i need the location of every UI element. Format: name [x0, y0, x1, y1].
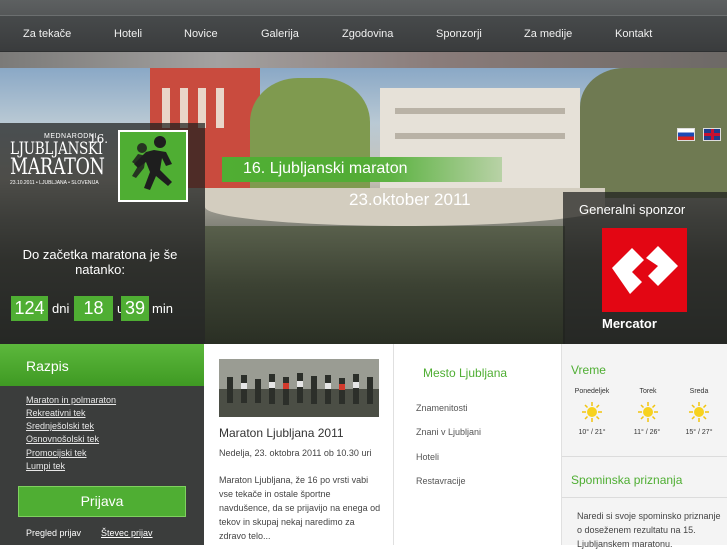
- news-date: Nedelja, 23. oktobra 2011 ob 10.30 uri: [219, 448, 372, 458]
- sunny-icon: [582, 402, 602, 422]
- stevec-prijav-link[interactable]: Števec prijav: [101, 528, 153, 538]
- marathon-logo[interactable]: MEDNARODNI 16. LJUBLJANSKI MARATON 23.10…: [0, 130, 205, 202]
- countdown-minutes: 39: [121, 296, 149, 321]
- weather-temp-3: 15° / 27°: [685, 429, 713, 436]
- news-column: Maraton Ljubljana 2011 Nedelja, 23. okto…: [204, 344, 394, 545]
- razpis-header: Razpis: [0, 344, 204, 386]
- nav-item-kontakt[interactable]: Kontakt: [615, 16, 652, 53]
- weather-temp-2: 11° / 26°: [633, 429, 661, 436]
- runner-icon: [120, 132, 186, 200]
- vreme-title: Vreme: [571, 363, 606, 377]
- logo-line-2: MARATON: [10, 155, 105, 180]
- divider: [562, 497, 727, 498]
- weather-day-3: Sreda: [689, 388, 709, 395]
- razpis-link-srednjesolski[interactable]: Srednješolski tek: [26, 421, 94, 431]
- news-photo[interactable]: [219, 359, 379, 417]
- mesto-column: Mesto Ljubljana Znamenitosti Znani v Lju…: [394, 344, 562, 545]
- sunny-icon: [689, 402, 709, 422]
- runners-photo-icon: [219, 359, 379, 417]
- mesto-link-restavracije[interactable]: Restavracije: [416, 476, 466, 486]
- divider: [562, 456, 727, 457]
- cornice: [395, 108, 565, 114]
- nav-item-hoteli[interactable]: Hoteli: [114, 16, 142, 53]
- sponsor-name[interactable]: Mercator: [602, 316, 657, 331]
- mesto-link-znani[interactable]: Znani v Ljubljani: [416, 427, 481, 437]
- weather-temp-1: 10° / 21°: [578, 429, 606, 436]
- weather-day-2: Torek: [639, 388, 657, 395]
- pregled-prijav-link[interactable]: Pregled prijav: [26, 528, 81, 538]
- razpis-link-maraton[interactable]: Maraton in polmaraton: [26, 395, 116, 405]
- nav-item-za-tekace[interactable]: Za tekače: [23, 16, 71, 53]
- weather-day-1: Ponedeljek: [574, 388, 610, 395]
- side-column: Vreme Ponedeljek Torek Sreda 10° / 21° 1…: [562, 344, 727, 549]
- sunny-icon: [638, 402, 658, 422]
- razpis-link-osnovnosolski[interactable]: Osnovnošolski tek: [26, 434, 99, 444]
- razpis-link-promocijski[interactable]: Promocijski tek: [26, 448, 87, 458]
- cornice: [395, 133, 565, 139]
- nav-bar: Za tekače Hoteli Novice Galerija Zgodovi…: [0, 15, 727, 52]
- runner-logo-icon: [118, 130, 188, 202]
- mesto-title[interactable]: Mesto Ljubljana: [423, 366, 507, 380]
- countdown-days-unit: dni: [52, 301, 70, 316]
- window: [162, 88, 170, 128]
- top-navigation: Za tekače Hoteli Novice Galerija Zgodovi…: [0, 0, 727, 68]
- razpis-link-lumpi[interactable]: Lumpi tek: [26, 461, 65, 471]
- sponsor-label: Generalni sponzor: [579, 202, 686, 217]
- countdown-minutes-unit: min: [152, 301, 173, 316]
- spominska-title[interactable]: Spominska priznanja: [571, 473, 682, 487]
- countdown-hours: 18: [74, 296, 113, 321]
- nav-item-sponzorji[interactable]: Sponzorji: [436, 16, 482, 53]
- nav-item-zgodovina[interactable]: Zgodovina: [342, 16, 393, 53]
- hero-title: 16. Ljubljanski maraton: [243, 160, 408, 177]
- flag-slovenia-icon[interactable]: [677, 128, 695, 141]
- flag-english-icon[interactable]: [703, 128, 721, 141]
- razpis-column: Razpis Maraton in polmaraton Rekreativni…: [0, 344, 204, 545]
- razpis-link-rekreativni[interactable]: Rekreativni tek: [26, 408, 86, 418]
- news-title[interactable]: Maraton Ljubljana 2011: [219, 426, 344, 440]
- window: [216, 88, 224, 128]
- mesto-link-hoteli[interactable]: Hoteli: [416, 452, 439, 462]
- razpis-title[interactable]: Razpis: [26, 358, 69, 374]
- nav-photo-strip: [0, 52, 727, 68]
- countdown-days: 124: [11, 296, 48, 321]
- nav-item-za-medije[interactable]: Za medije: [524, 16, 572, 53]
- mercator-logo-icon[interactable]: [602, 228, 687, 312]
- river: [205, 226, 565, 344]
- window: [180, 88, 188, 128]
- nav-item-galerija[interactable]: Galerija: [261, 16, 299, 53]
- logo-subtitle: 23.10.2011 • LJUBLJANA • SLOVENIJA: [10, 180, 99, 186]
- news-excerpt: Maraton Ljubljana, že 16 po vrsti vabi v…: [219, 475, 381, 541]
- mesto-link-znamenitosti[interactable]: Znamenitosti: [416, 403, 468, 413]
- countdown-text: Do začetka maratona je še natanko:: [22, 247, 178, 277]
- logo-title: LJUBLJANSKI MARATON: [10, 141, 105, 179]
- hero-date: 23.oktober 2011: [349, 190, 471, 209]
- window: [198, 88, 206, 128]
- prijava-button[interactable]: Prijava: [18, 486, 186, 517]
- mercator-mark-icon: [602, 228, 687, 312]
- nav-item-novice[interactable]: Novice: [184, 16, 218, 53]
